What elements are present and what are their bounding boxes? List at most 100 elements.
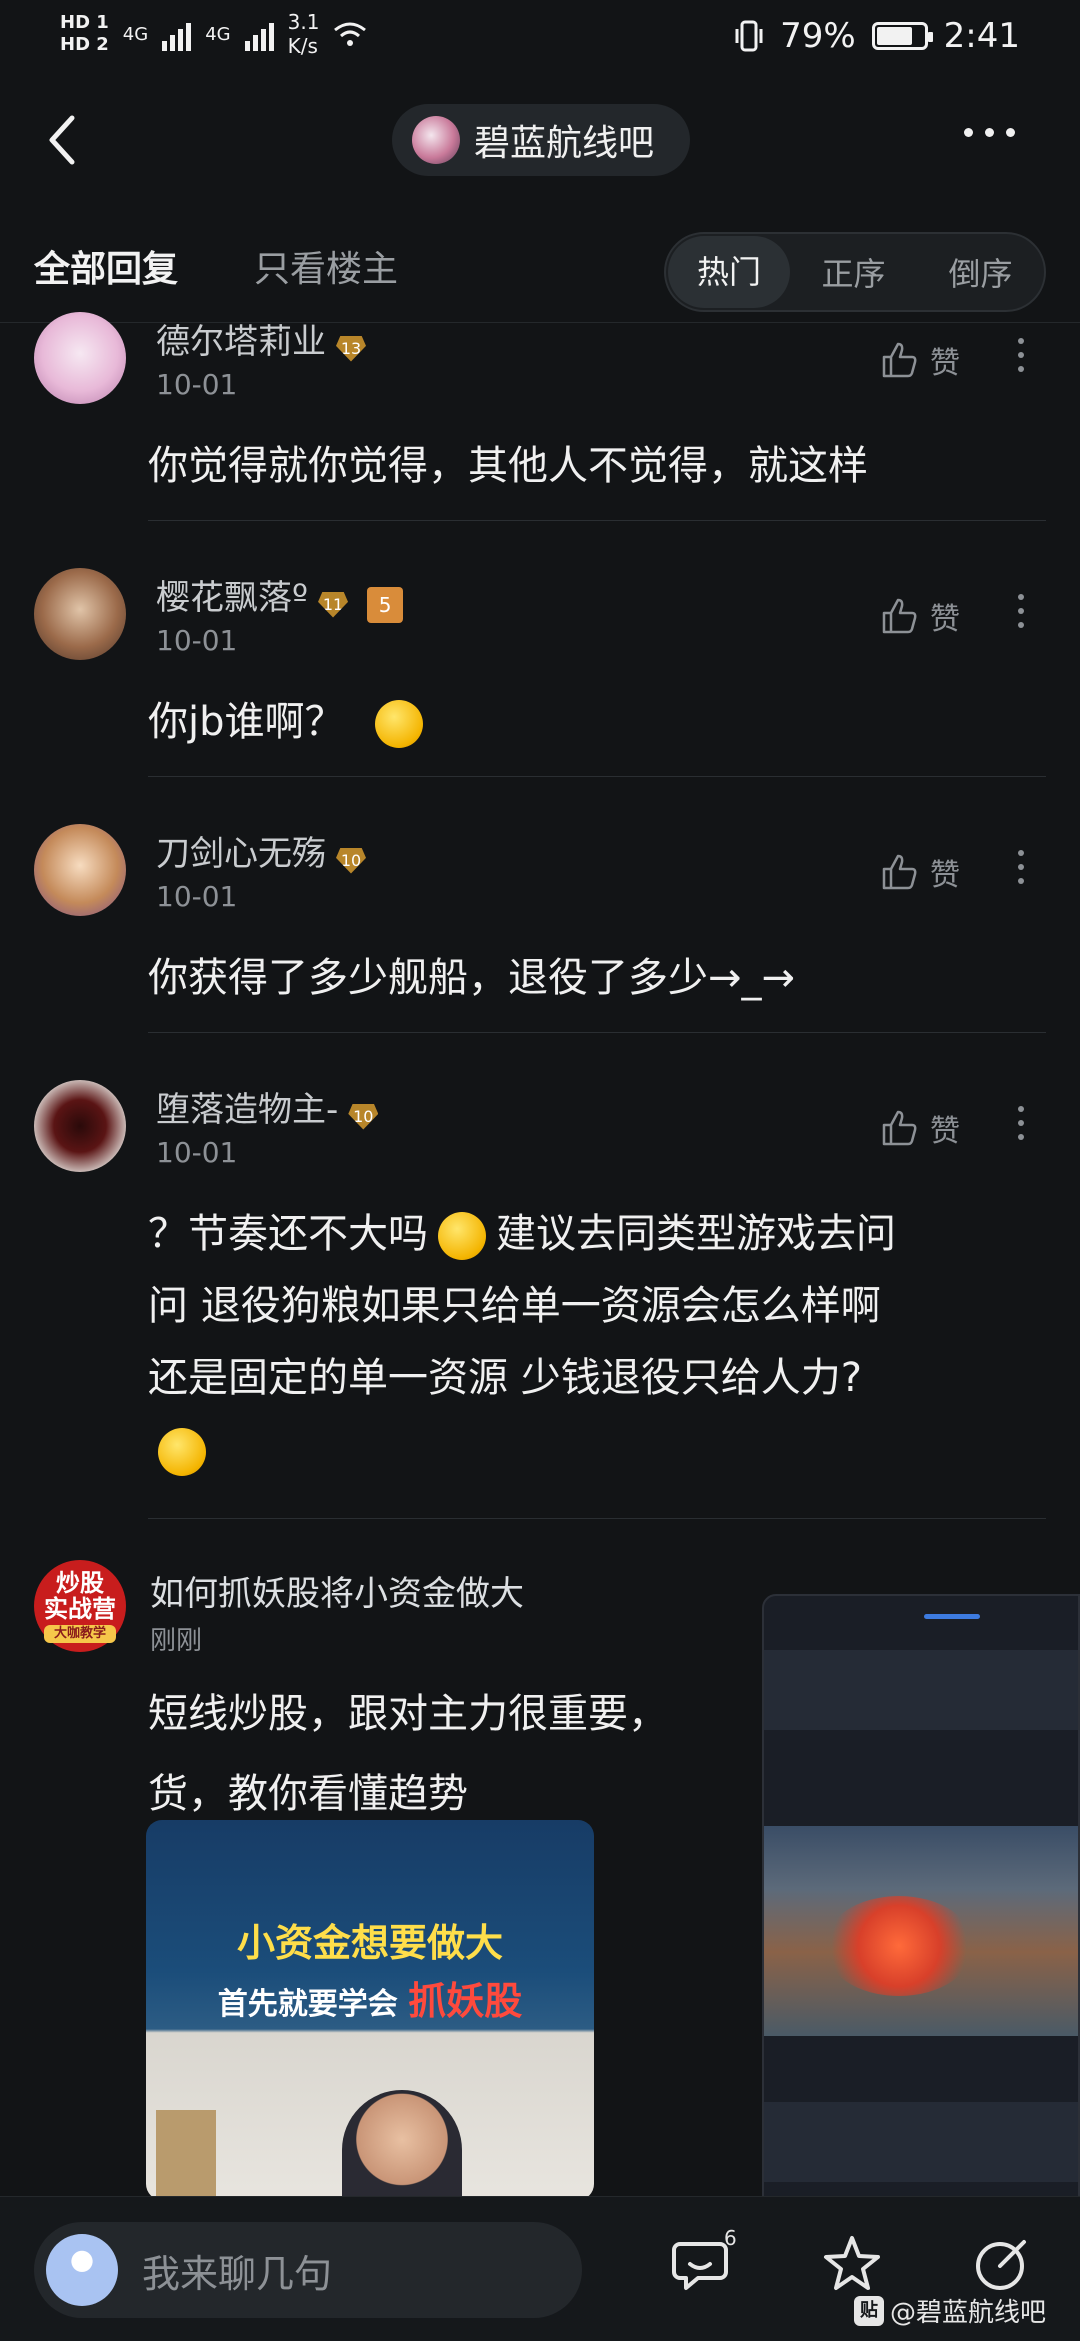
avatar[interactable] [34,312,126,404]
comment-text-line [148,1414,1048,1486]
ad-text-line: 短线炒股，跟对主力很重要， [148,1691,668,1737]
comment-more-icon[interactable] [1018,1106,1024,1140]
comment-text-line: 问 退役狗粮如果只给单一资源会怎么样啊 [148,1283,881,1329]
status-bar: HD 1 HD 2 4G 4G 3.1 K/s 79% 2:41 [0,0,1080,80]
username[interactable]: 堕落造物主- [156,1090,338,1130]
more-options-icon[interactable] [964,128,1015,137]
like-label: 赞 [930,346,960,381]
like-button[interactable]: 赞 [880,338,960,382]
watermark-text: @碧蓝航线吧 [890,2298,1047,2328]
comment-divider [148,1032,1046,1033]
comment-more-icon[interactable] [1018,594,1024,628]
sim2-label: HD 2 [60,34,109,55]
avatar[interactable] [34,568,126,660]
comment-date: 10-01 [156,624,238,657]
comment-count: 6 [724,2226,737,2250]
grin-emoji-icon [438,1212,486,1260]
comment-user-row: 德尔塔莉业 13 [156,314,366,363]
smirk-emoji-icon [375,700,424,748]
tab-op-only[interactable]: 只看楼主 [254,240,398,292]
status-right: 79% 2:41 [734,16,1020,56]
ad-logo-line3: 大咖教学 [44,1625,116,1643]
level-badge: 10 [348,1103,379,1130]
comment-more-icon[interactable] [1018,338,1024,372]
comment-date: 10-01 [156,1136,238,1169]
reply-input[interactable]: 我来聊几句 [34,2222,582,2318]
sort-ascending[interactable]: 正序 [790,249,917,295]
floating-video-window[interactable] [762,1594,1080,2214]
comment-text-segment: 建议去同类型游戏去问 [496,1211,896,1257]
wifi-icon [334,22,367,46]
like-button[interactable]: 赞 [880,850,960,894]
like-button[interactable]: 赞 [880,594,960,638]
level-badge: 10 [336,847,366,874]
comment-divider [148,520,1046,521]
watermark-badge: 贴 [854,2295,884,2326]
share-edit-icon[interactable] [970,2232,1034,2296]
sort-switch: 热门 正序 倒序 [664,232,1046,312]
battery-percent: 79% [780,16,856,56]
forum-avatar [412,116,460,164]
comment-date: 10-01 [156,880,238,913]
video-strip-bottom [764,2102,1078,2182]
thumb-up-icon [882,598,917,634]
watermark: 贴 @碧蓝航线吧 [854,2292,1046,2329]
username[interactable]: 刀剑心无殇 [156,834,326,874]
level-badge: 11 [318,591,349,618]
signal1-icon [162,17,192,51]
comment-text-block: ？节奏还不大吗 建议去同类型游戏去问 问 退役狗粮如果只给单一资源会怎么样啊 还是… [148,1198,1048,1486]
vibrate-icon [735,20,763,52]
ad-banner-prefix: 首先就要学会 [217,1987,398,2022]
forum-chip[interactable]: 碧蓝航线吧 [392,104,690,176]
battery-icon [871,22,933,50]
comment-text-line: 还是固定的单一资源 少钱退役只给人力? [148,1355,862,1401]
star-icon[interactable] [820,2232,884,2296]
ad-image[interactable]: 小资金想要做大 首先就要学会 抓妖股 [146,1820,594,2200]
back-arrow-icon[interactable] [38,110,88,170]
avatar[interactable] [34,1080,126,1172]
comment-text-row: 你jb谁啊？ [148,686,424,758]
video-strip-top [764,1650,1078,1730]
ad-banner-highlight: 抓妖股 [408,1979,523,2023]
ad-banner-line2: 首先就要学会 抓妖股 [146,1970,594,2025]
shush-emoji-icon [158,1428,206,1476]
explosion-graphic [824,1896,974,1996]
sort-descending[interactable]: 倒序 [917,249,1044,295]
ad-logo-line1: 炒股 [56,1569,104,1597]
bookshelf-image [156,2110,216,2200]
username[interactable]: 樱花飘落º [156,578,308,618]
forum-name: 碧蓝航线吧 [474,123,655,164]
comment-date: 10-01 [156,368,238,401]
reply-placeholder: 我来聊几句 [142,2251,333,2296]
presenter-image [342,2090,462,2200]
comments-button[interactable]: 6 [670,2226,737,2300]
comment-user-row: 堕落造物主- 10 [156,1082,379,1131]
comment-text-segment: ？节奏还不大吗 [148,1211,428,1257]
tab-all-replies[interactable]: 全部回复 [34,240,178,292]
ad-title[interactable]: 如何抓妖股将小资金做大 [150,1566,524,1615]
like-button[interactable]: 赞 [880,1106,960,1150]
net-speed-unit: K/s [287,34,318,58]
user-avatar-icon [46,2234,118,2306]
ad-text[interactable]: 短线炒股，跟对主力很重要， 货，教你看懂趋势 [148,1674,788,1834]
fan-badge: 5 [367,586,404,623]
comment-user-row: 刀剑心无殇 10 [156,826,366,875]
avatar[interactable] [34,824,126,916]
drag-handle[interactable] [924,1614,980,1619]
sort-hot[interactable]: 热门 [668,236,790,308]
comment-text: 你觉得就你觉得，其他人不觉得，就这样 [148,443,868,489]
net-speed: 3.1 K/s [288,10,320,58]
game-video-frame [764,1826,1078,2036]
level-badge: 13 [336,335,366,362]
comment-text: 你jb谁啊？ [148,699,345,745]
ad-logo[interactable]: 炒股 实战营 大咖教学 [34,1560,126,1652]
username[interactable]: 德尔塔莉业 [156,322,326,362]
comment-text-line: ？节奏还不大吗 建议去同类型游戏去问 [148,1198,1048,1270]
like-label: 赞 [930,1114,960,1149]
comment-more-icon[interactable] [1018,850,1024,884]
comment-user-row: 樱花飘落º 11 5 [156,570,404,623]
network2-label: 4G [205,23,231,45]
like-label: 赞 [930,602,960,637]
thumb-up-icon [882,854,917,890]
thumb-up-icon [882,342,917,378]
